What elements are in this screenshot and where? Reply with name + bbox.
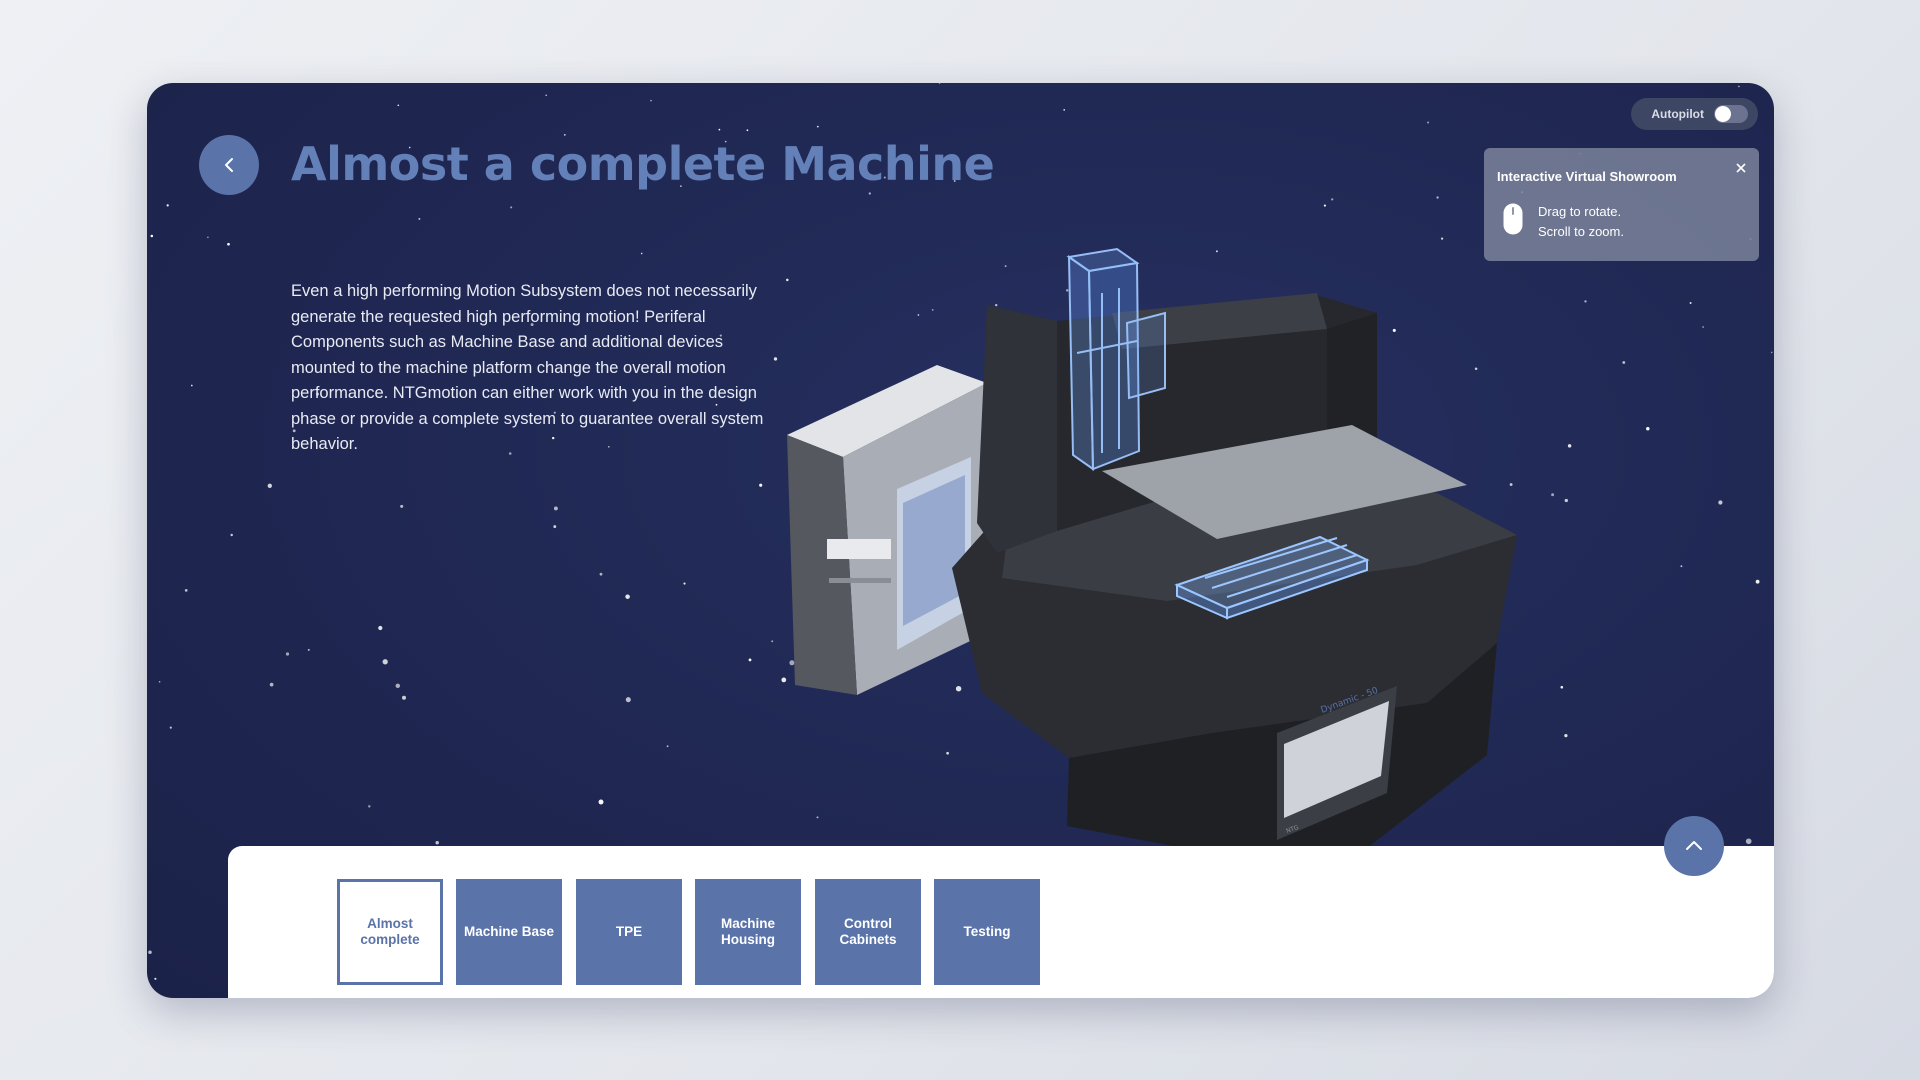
star <box>599 572 603 576</box>
star <box>227 242 230 246</box>
star <box>382 659 388 665</box>
star <box>184 589 188 592</box>
star <box>400 504 404 508</box>
star <box>640 252 643 255</box>
showroom-info-panel: Interactive Virtual Showroom Drag to rot… <box>1484 148 1759 261</box>
star <box>166 204 169 207</box>
scroll-up-button[interactable] <box>1664 816 1724 876</box>
chevron-left-icon <box>225 158 233 172</box>
star <box>1770 351 1773 354</box>
star <box>718 128 721 131</box>
star <box>563 134 566 136</box>
star <box>158 680 161 683</box>
star <box>553 506 558 511</box>
star <box>1063 109 1066 111</box>
star <box>553 525 557 529</box>
tab-machine-housing[interactable]: Machine Housing <box>695 879 801 985</box>
star <box>267 483 272 488</box>
mouse-icon <box>1503 203 1523 235</box>
star <box>868 192 871 195</box>
star <box>397 104 400 107</box>
star <box>378 625 383 631</box>
showroom-viewport[interactable]: Almost a complete Machine Even a high pe… <box>147 83 1774 998</box>
toggle-knob <box>1715 106 1731 122</box>
machine-3d-model[interactable]: Dynamic - 50 NTG <box>757 213 1757 903</box>
star <box>435 840 439 845</box>
star <box>401 695 407 700</box>
star <box>285 652 290 656</box>
autopilot-toggle[interactable]: Autopilot <box>1631 98 1758 130</box>
star <box>1331 198 1334 201</box>
close-icon[interactable] <box>1733 160 1749 176</box>
tab-testing[interactable]: Testing <box>934 879 1040 985</box>
star <box>625 697 631 703</box>
star <box>748 658 752 662</box>
star <box>368 805 371 808</box>
star <box>1436 196 1439 199</box>
star <box>1427 121 1430 124</box>
star <box>207 236 209 239</box>
page-title: Almost a complete Machine <box>291 137 995 191</box>
star <box>625 594 630 599</box>
star <box>683 582 686 585</box>
star <box>169 726 172 729</box>
star <box>148 950 152 954</box>
star <box>150 234 154 238</box>
info-title: Interactive Virtual Showroom <box>1497 169 1677 184</box>
tab-machine-base[interactable]: Machine Base <box>456 879 562 985</box>
star <box>395 683 401 689</box>
star <box>230 533 233 537</box>
star <box>1323 204 1326 207</box>
star <box>510 206 513 209</box>
star <box>418 217 421 220</box>
star <box>269 682 274 687</box>
section-nav-panel: Almost complete Machine Base TPE Machine… <box>228 846 1774 998</box>
star <box>598 799 604 805</box>
autopilot-switch[interactable] <box>1714 105 1748 123</box>
back-button[interactable] <box>199 135 259 195</box>
star <box>1738 85 1740 88</box>
chevron-up-icon <box>1686 841 1702 850</box>
star <box>190 384 193 387</box>
star <box>545 94 548 97</box>
star <box>307 648 310 651</box>
autopilot-label: Autopilot <box>1651 107 1704 121</box>
star <box>666 745 669 748</box>
tab-tpe[interactable]: TPE <box>576 879 682 985</box>
tab-almost-complete[interactable]: Almost complete <box>337 879 443 985</box>
star <box>650 99 652 102</box>
star <box>938 83 941 84</box>
description-text: Even a high performing Motion Subsystem … <box>291 282 764 453</box>
scroll-hint: Scroll to zoom. <box>1538 224 1624 239</box>
star <box>816 125 819 128</box>
star <box>154 977 157 980</box>
tab-control-cabinets[interactable]: Control Cabinets <box>815 879 921 985</box>
star <box>746 129 749 132</box>
drag-hint: Drag to rotate. <box>1538 204 1622 219</box>
